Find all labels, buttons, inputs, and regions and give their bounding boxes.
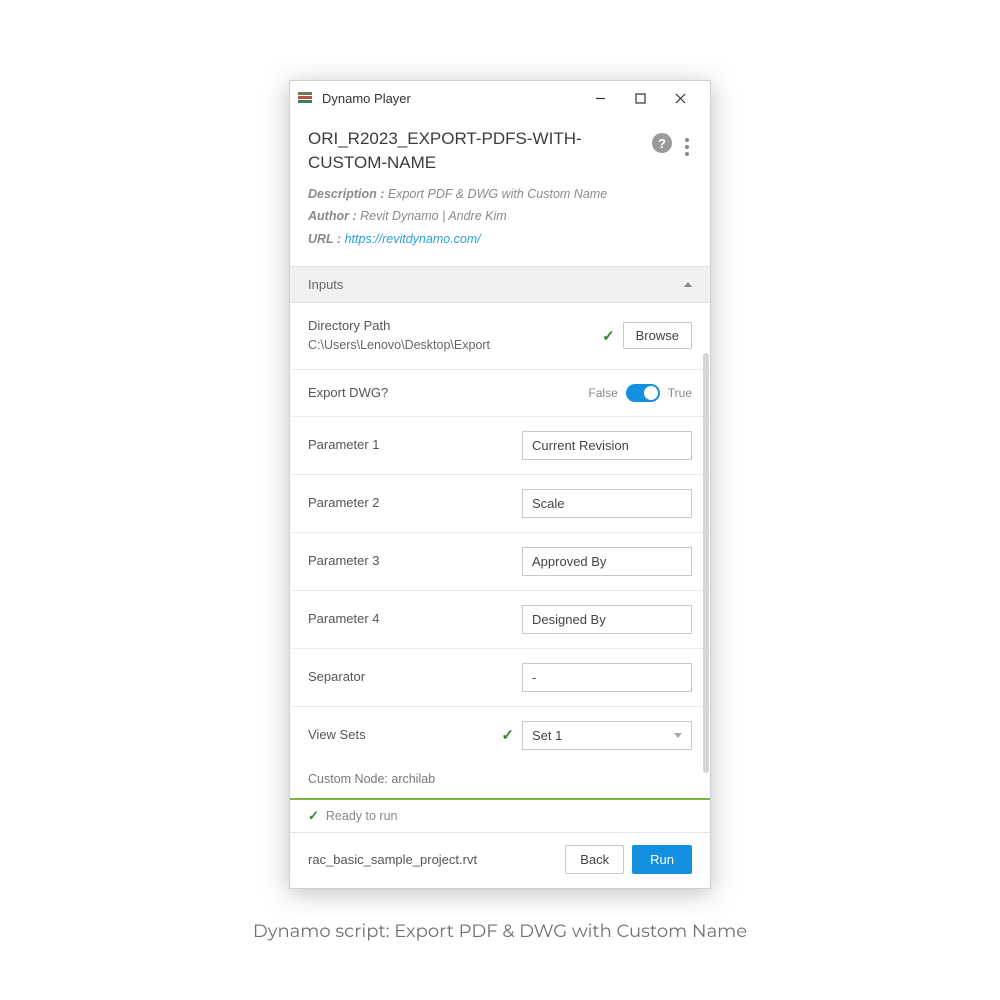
window-title: Dynamo Player: [322, 91, 580, 106]
titlebar: Dynamo Player: [290, 81, 710, 115]
back-button[interactable]: Back: [565, 845, 624, 874]
caption: Dynamo script: Export PDF & DWG with Cus…: [0, 920, 1000, 942]
param1-label: Parameter 1: [308, 437, 380, 452]
param2-input[interactable]: [522, 489, 692, 518]
desc-label: Description :: [308, 187, 384, 201]
close-button[interactable]: [660, 84, 700, 112]
custom-node-label: Custom Node: archilab: [290, 764, 710, 794]
project-file: rac_basic_sample_project.rvt: [308, 852, 477, 867]
script-metadata: Description : Export PDF & DWG with Cust…: [308, 183, 692, 251]
kebab-menu-icon[interactable]: [682, 135, 692, 159]
exportdwg-label: Export DWG?: [308, 385, 388, 400]
param2-label: Parameter 2: [308, 495, 380, 510]
collapse-caret-icon: [684, 282, 692, 287]
exportdwg-toggle[interactable]: [626, 384, 660, 402]
false-label: False: [588, 386, 617, 400]
script-name: ORI_R2023_EXPORT-PDFS-WITH-CUSTOM-NAME: [308, 127, 608, 175]
desc-value: Export PDF & DWG with Custom Name: [388, 187, 607, 201]
field-directory-path: Directory Path C:\Users\Lenovo\Desktop\E…: [290, 303, 710, 370]
dirpath-label: Directory Path: [308, 318, 390, 333]
browse-button[interactable]: Browse: [623, 322, 692, 349]
dirpath-value: C:\Users\Lenovo\Desktop\Export: [308, 337, 490, 355]
check-icon: ✓: [308, 808, 319, 824]
check-icon: ✓: [602, 327, 615, 345]
true-label: True: [668, 386, 692, 400]
param4-input[interactable]: [522, 605, 692, 634]
inputs-label: Inputs: [308, 277, 343, 292]
field-view-sets: View Sets ✓ Set 1: [290, 707, 710, 764]
help-icon[interactable]: ?: [652, 133, 672, 153]
separator-label: Separator: [308, 669, 365, 684]
param1-input[interactable]: [522, 431, 692, 460]
param3-label: Parameter 3: [308, 553, 380, 568]
author-label: Author :: [308, 209, 357, 223]
field-separator: Separator: [290, 649, 710, 707]
param4-label: Parameter 4: [308, 611, 380, 626]
param3-input[interactable]: [522, 547, 692, 576]
dynamo-player-window: Dynamo Player ORI_R2023_EXPORT-PDFS-WITH…: [289, 80, 711, 889]
viewsets-label: View Sets: [308, 727, 366, 742]
field-export-dwg: Export DWG? False True: [290, 370, 710, 417]
status-row: ✓ Ready to run: [290, 800, 710, 832]
field-parameter-1: Parameter 1: [290, 417, 710, 475]
field-parameter-2: Parameter 2: [290, 475, 710, 533]
author-value: Revit Dynamo | Andre Kim: [360, 209, 507, 223]
viewsets-value: Set 1: [532, 728, 562, 743]
maximize-button[interactable]: [620, 84, 660, 112]
run-button[interactable]: Run: [632, 845, 692, 874]
field-parameter-3: Parameter 3: [290, 533, 710, 591]
status-text: Ready to run: [326, 809, 398, 823]
minimize-button[interactable]: [580, 84, 620, 112]
app-icon: [298, 90, 314, 106]
check-icon: ✓: [501, 726, 514, 744]
url-label: URL :: [308, 232, 341, 246]
field-parameter-4: Parameter 4: [290, 591, 710, 649]
viewsets-select[interactable]: Set 1: [522, 721, 692, 750]
inputs-section-header[interactable]: Inputs: [290, 266, 710, 303]
dropdown-caret-icon: [674, 733, 682, 738]
scrollbar[interactable]: [703, 353, 709, 773]
separator-input[interactable]: [522, 663, 692, 692]
footer: rac_basic_sample_project.rvt Back Run: [290, 832, 710, 888]
url-link[interactable]: https://revitdynamo.com/: [345, 232, 481, 246]
